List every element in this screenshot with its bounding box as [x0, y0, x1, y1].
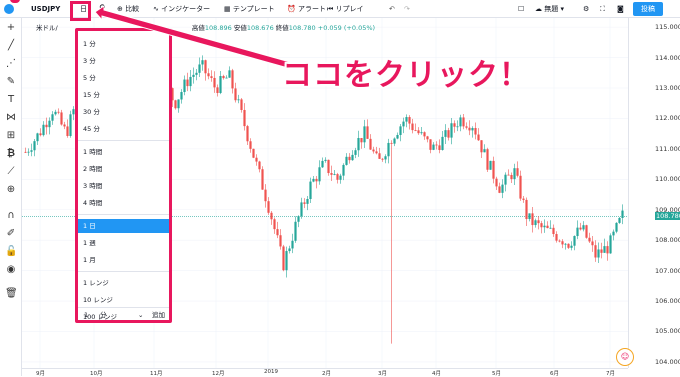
tradingview-logo-icon: ☺	[616, 348, 634, 366]
callout-text: ココをクリック！	[282, 58, 530, 93]
